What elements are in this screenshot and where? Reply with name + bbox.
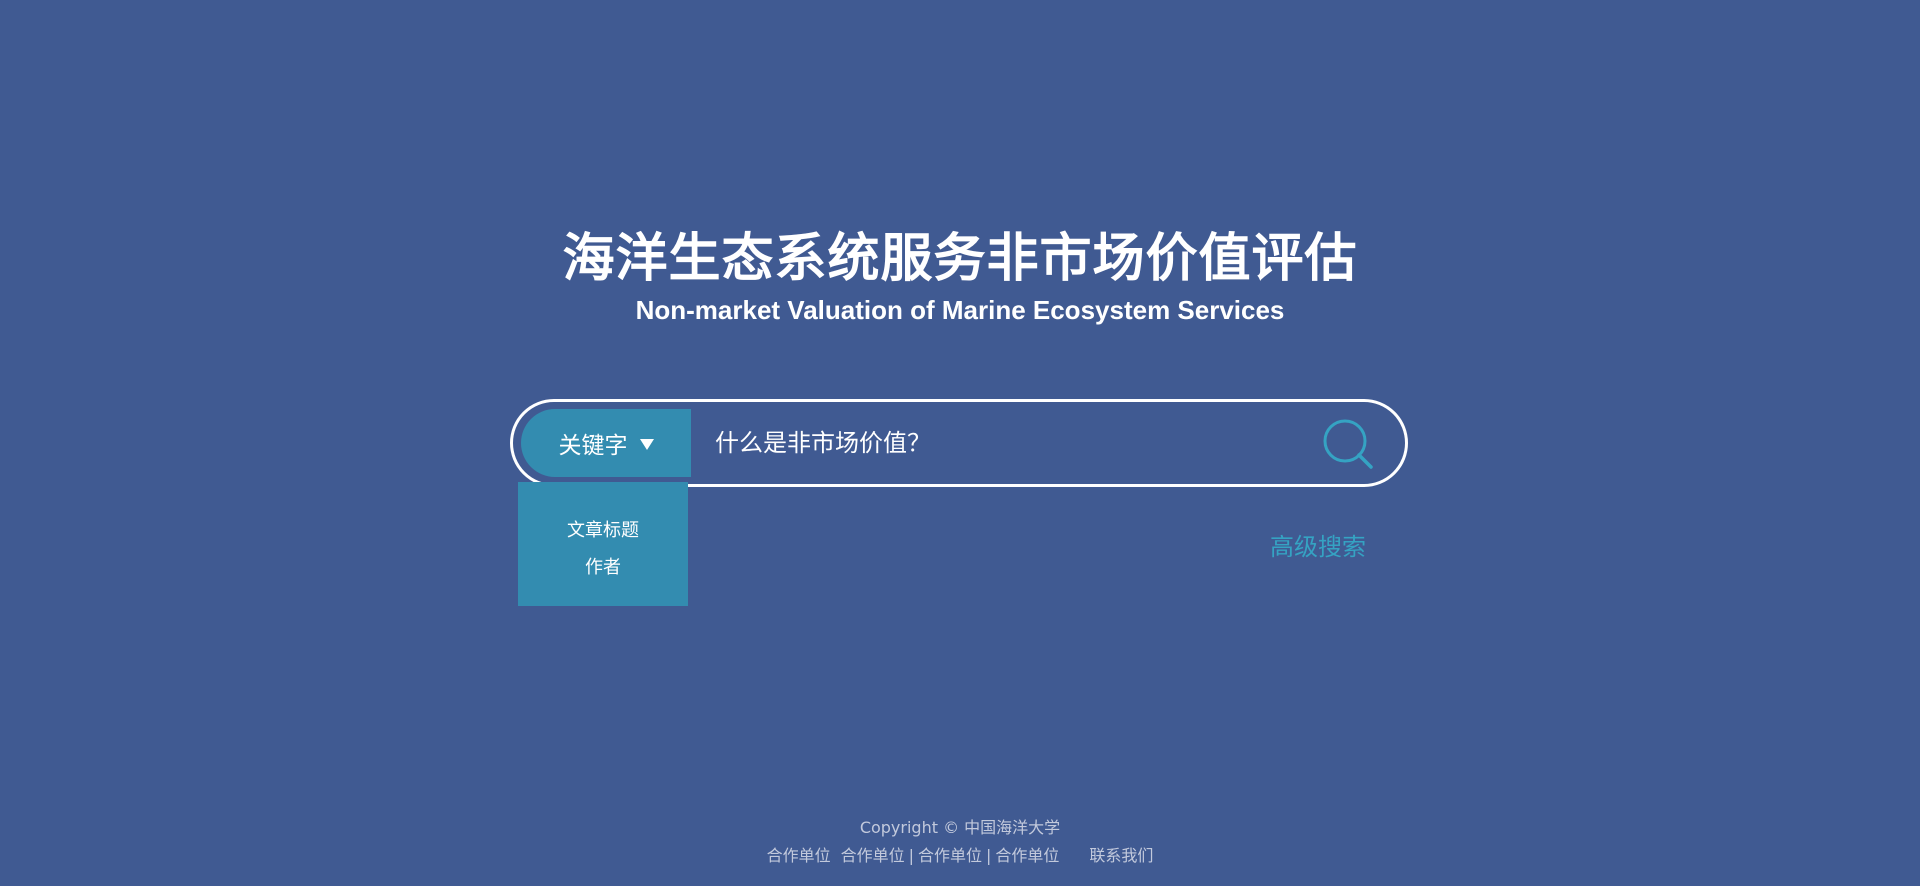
divider: | xyxy=(908,846,914,865)
partner-link[interactable]: 合作单位 xyxy=(767,846,831,865)
search-type-dropdown: 文章标题 作者 xyxy=(518,482,688,606)
partner-link[interactable]: 合作单位 xyxy=(841,846,905,865)
partner-link[interactable]: 合作单位 xyxy=(918,846,982,865)
footer-links: 合作单位 合作单位 | 合作单位 | 合作单位 联系我们 xyxy=(0,845,1920,867)
dropdown-option-title[interactable]: 文章标题 xyxy=(518,518,688,544)
partner-link[interactable]: 合作单位 xyxy=(995,846,1059,865)
page-title: 海洋生态系统服务非市场价值评估 xyxy=(562,229,1358,289)
contact-link[interactable]: 联系我们 xyxy=(1089,846,1153,865)
search-icon xyxy=(1323,419,1373,469)
search-button[interactable] xyxy=(1321,417,1377,473)
search-bar: 关键字 xyxy=(510,399,1408,487)
chevron-down-icon xyxy=(639,438,654,450)
search-type-selector[interactable]: 关键字 xyxy=(521,409,691,477)
copyright-text: Copyright © 中国海洋大学 xyxy=(859,818,1061,837)
search-input[interactable] xyxy=(715,414,1275,472)
page-subtitle: Non-market Valuation of Marine Ecosystem… xyxy=(635,295,1285,325)
search-type-label: 关键字 xyxy=(558,433,628,459)
divider: | xyxy=(986,846,992,865)
advanced-search-link[interactable]: 高级搜索 xyxy=(1270,531,1366,563)
dropdown-option-author[interactable]: 作者 xyxy=(518,555,688,581)
